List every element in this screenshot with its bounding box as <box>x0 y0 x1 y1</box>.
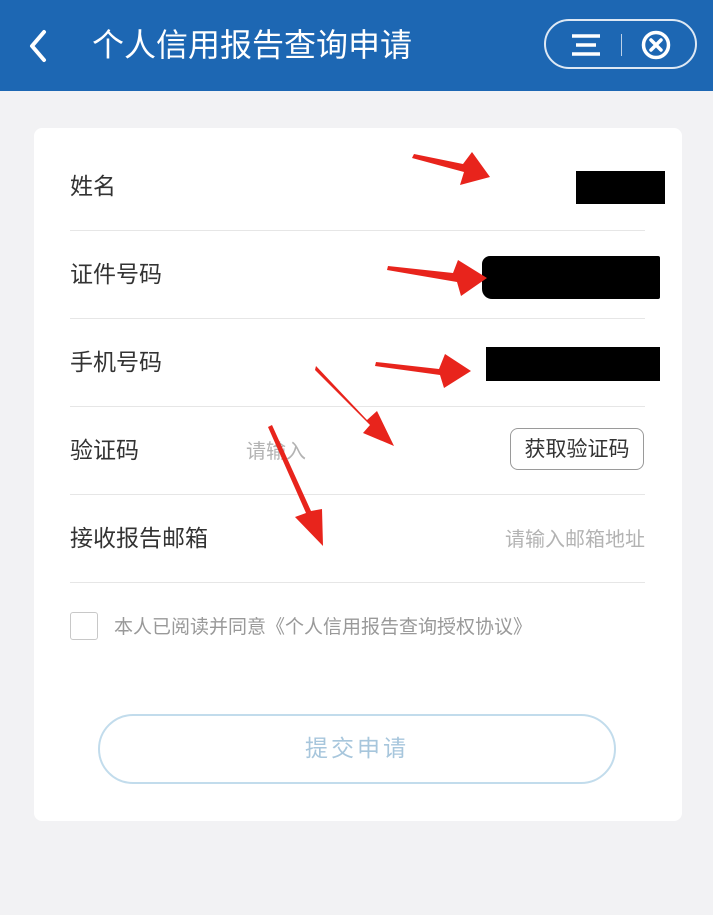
agreement-checkbox[interactable] <box>70 612 98 640</box>
capsule-divider <box>621 34 622 56</box>
form-row-email: 接收报告邮箱 请输入邮箱地址 <box>70 495 645 583</box>
circle-close-icon[interactable] <box>640 29 672 61</box>
application-form-card: 姓名 证件号码 手机号码 验证码 请输入 获取验证码 接收报告邮箱 请输入邮箱地… <box>34 128 682 821</box>
chevron-left-icon[interactable] <box>22 24 56 68</box>
app-header: 个人信用报告查询申请 <box>0 0 713 91</box>
phone-value-redacted <box>486 347 660 381</box>
agreement-text[interactable]: 本人已阅读并同意《个人信用报告查询授权协议》 <box>114 612 532 642</box>
email-label: 接收报告邮箱 <box>70 526 208 552</box>
agreement-row: 本人已阅读并同意《个人信用报告查询授权协议》 <box>70 612 645 642</box>
name-value-redacted <box>576 171 665 204</box>
form-row-name: 姓名 <box>70 143 665 231</box>
phone-label: 手机号码 <box>70 350 162 376</box>
id-number-value-redacted <box>482 256 660 299</box>
email-input[interactable]: 请输入邮箱地址 <box>505 495 645 583</box>
get-verification-code-button[interactable]: 获取验证码 <box>510 428 644 470</box>
form-row-id-number: 证件号码 <box>70 231 660 319</box>
id-number-label: 证件号码 <box>70 262 162 288</box>
verification-code-input[interactable]: 请输入 <box>246 407 306 495</box>
verification-code-label: 验证码 <box>70 438 139 464</box>
page-title: 个人信用报告查询申请 <box>92 26 413 64</box>
name-label: 姓名 <box>70 174 116 200</box>
submit-application-button[interactable]: 提交申请 <box>98 714 616 784</box>
form-row-verification-code: 验证码 请输入 获取验证码 <box>70 407 645 495</box>
menu-icon[interactable] <box>566 30 606 60</box>
form-row-phone: 手机号码 <box>70 319 660 407</box>
mini-program-capsule <box>544 19 697 69</box>
